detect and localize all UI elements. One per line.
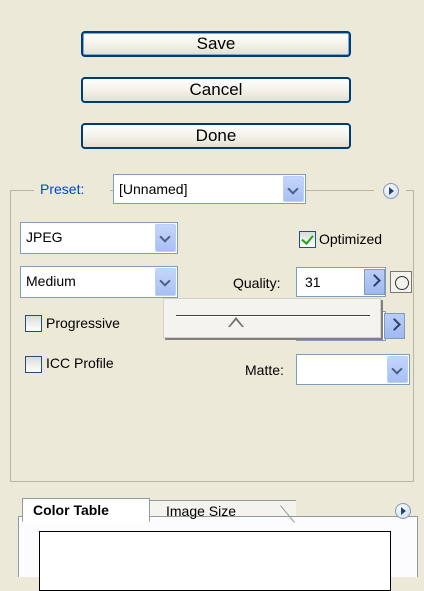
quality-preset-value: Medium [26, 273, 76, 289]
preset-label: Preset: [40, 181, 85, 197]
chevron-down-icon[interactable] [155, 224, 176, 252]
tab-image-size-label: Image Size [166, 503, 237, 519]
matte-label: Matte: [245, 362, 284, 378]
preset-menu-icon[interactable] [383, 183, 399, 199]
chevron-down-icon[interactable] [283, 176, 304, 202]
quality-mask-icon[interactable] [390, 271, 412, 293]
progressive-checkbox[interactable] [25, 315, 42, 332]
chevron-down-icon[interactable] [387, 356, 408, 383]
tab-image-size[interactable]: Image Size [146, 500, 296, 519]
color-table-area [39, 531, 391, 591]
format-value: JPEG [26, 229, 63, 245]
slider-track[interactable] [176, 315, 370, 317]
quality-preset-dropdown[interactable]: Medium [20, 266, 178, 298]
blur-slider-button[interactable] [384, 313, 405, 339]
preset-dropdown[interactable]: [Unnamed] [113, 174, 306, 204]
cancel-button[interactable]: Cancel [81, 77, 351, 103]
icc-profile-label: ICC Profile [46, 355, 114, 371]
done-button[interactable]: Done [81, 123, 351, 149]
quality-value: 31 [305, 274, 321, 290]
icc-profile-checkbox[interactable] [25, 356, 42, 373]
quality-label: Quality: [233, 275, 281, 291]
panel-menu-icon[interactable] [395, 503, 411, 519]
quality-slider-popup [163, 298, 381, 338]
optimized-checkbox[interactable] [299, 231, 316, 248]
tab-color-table[interactable]: Color Table [22, 498, 150, 522]
progressive-label: Progressive [46, 315, 120, 331]
tab-panel [18, 516, 418, 591]
save-button[interactable]: Save [81, 31, 351, 57]
format-dropdown[interactable]: JPEG [20, 222, 178, 254]
chevron-down-icon[interactable] [155, 268, 176, 296]
preset-value: [Unnamed] [119, 181, 188, 197]
optimized-label: Optimized [319, 231, 383, 247]
matte-dropdown[interactable] [296, 354, 410, 385]
quality-slider-button[interactable] [364, 269, 385, 295]
tab-color-table-label: Color Table [33, 502, 109, 518]
